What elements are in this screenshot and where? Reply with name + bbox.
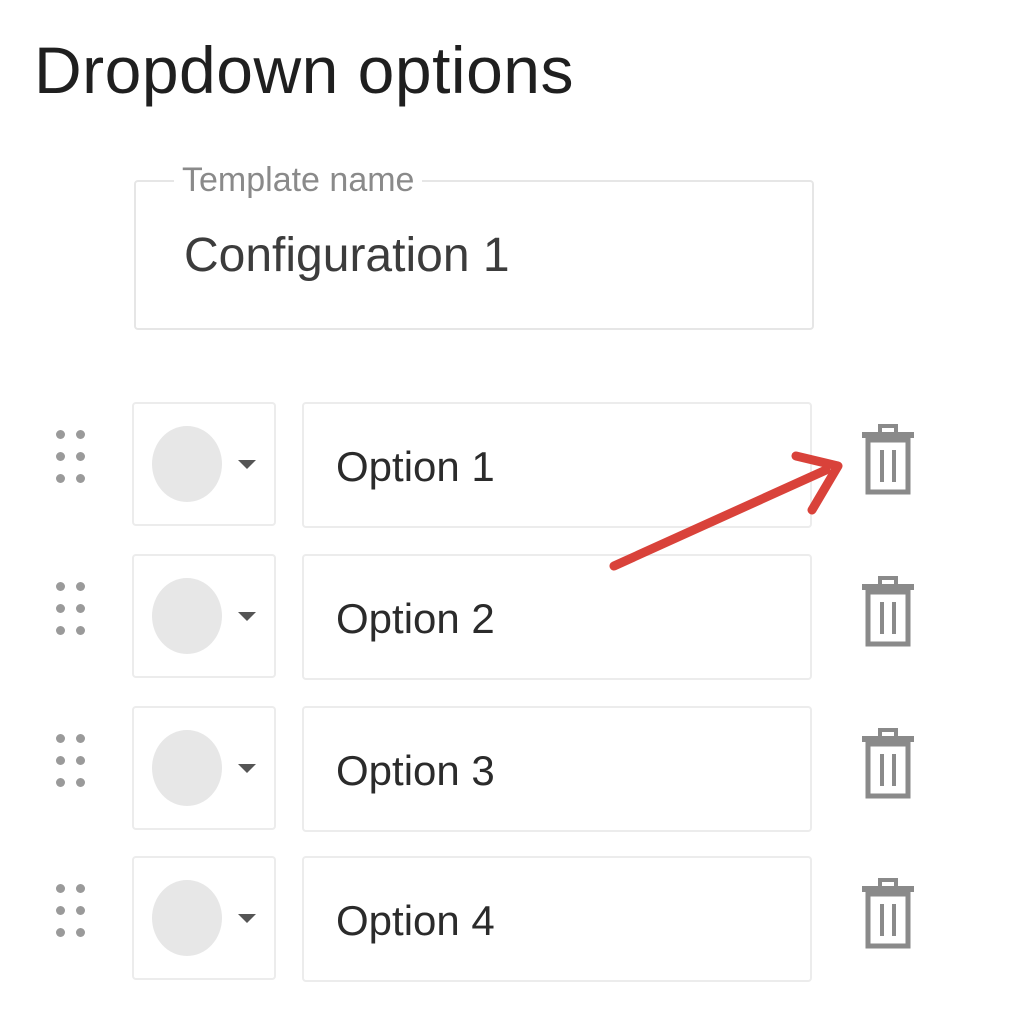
color-swatch — [152, 426, 222, 502]
template-name-field[interactable]: Template name — [134, 160, 814, 330]
trash-icon — [862, 576, 914, 647]
option-row — [0, 402, 1024, 532]
drag-handle-icon[interactable] — [52, 734, 92, 794]
option-input[interactable] — [336, 892, 786, 950]
option-field[interactable] — [302, 856, 812, 982]
option-row — [0, 706, 1024, 836]
page-title: Dropdown options — [34, 33, 574, 107]
option-row — [0, 856, 1024, 986]
caret-down-icon — [238, 764, 256, 773]
caret-down-icon — [238, 460, 256, 469]
delete-option-button[interactable] — [856, 424, 920, 496]
option-input[interactable] — [336, 590, 786, 648]
trash-icon — [862, 728, 914, 799]
color-swatch — [152, 730, 222, 806]
color-picker-button[interactable] — [132, 402, 276, 526]
drag-handle-icon[interactable] — [52, 884, 92, 944]
color-swatch — [152, 880, 222, 956]
color-picker-button[interactable] — [132, 856, 276, 980]
color-swatch — [152, 578, 222, 654]
delete-option-button[interactable] — [856, 878, 920, 950]
trash-icon — [862, 424, 914, 495]
caret-down-icon — [238, 914, 256, 923]
option-input[interactable] — [336, 742, 786, 800]
option-row — [0, 554, 1024, 684]
delete-option-button[interactable] — [856, 576, 920, 648]
option-field[interactable] — [302, 554, 812, 680]
option-input[interactable] — [336, 438, 786, 496]
template-name-label: Template name — [174, 160, 423, 200]
color-picker-button[interactable] — [132, 706, 276, 830]
drag-handle-icon[interactable] — [52, 430, 92, 490]
option-field[interactable] — [302, 402, 812, 528]
option-field[interactable] — [302, 706, 812, 832]
template-name-input[interactable] — [184, 226, 764, 286]
color-picker-button[interactable] — [132, 554, 276, 678]
trash-icon — [862, 878, 914, 949]
caret-down-icon — [238, 612, 256, 621]
delete-option-button[interactable] — [856, 728, 920, 800]
drag-handle-icon[interactable] — [52, 582, 92, 642]
